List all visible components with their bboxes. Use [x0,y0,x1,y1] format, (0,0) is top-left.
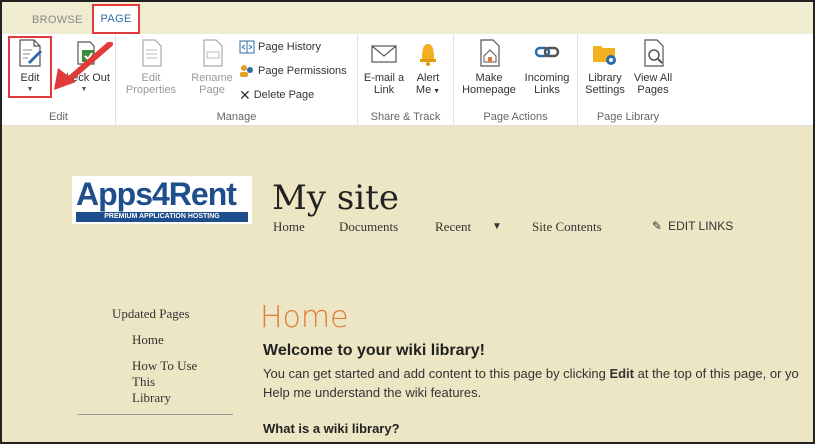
library-settings-icon [593,46,616,65]
page-actions-label: Page Actions [483,111,548,123]
edit-properties-button[interactable]: Edit Properties [122,38,180,96]
share-track-label: Share & Track [370,111,441,123]
library-settings-label-2: Settings [585,84,625,96]
rename-page-icon [203,39,223,67]
page-history-icon [239,40,255,54]
pencil-icon: ✎ [652,219,663,233]
edit-properties-icon [142,39,162,67]
make-homepage-label-1: Make [475,72,503,84]
delete-page-button[interactable]: ✕ Delete Page [239,86,314,104]
rename-page-button[interactable]: Rename Page [188,38,236,96]
page-permissions-icon [240,65,253,78]
edit-button[interactable]: Edit ▼ [12,38,48,96]
left-nav-item-how-to-use-1[interactable]: How To Use [132,358,197,374]
view-all-pages-button[interactable]: View All Pages [630,38,676,96]
tab-browse[interactable]: BROWSE [32,14,83,26]
site-title[interactable]: My site [272,178,399,218]
email-label-2: Link [373,84,395,96]
edit-button-label: Edit [20,72,40,84]
nav-recent[interactable]: Recent [435,219,471,235]
body-line-2[interactable]: Help me understand the wiki features. [263,383,813,402]
email-link-button[interactable]: E-mail a Link [362,38,406,96]
body-line-1: You can get started and add content to t… [263,366,799,381]
delete-x-icon: ✕ [239,87,251,104]
edit-group-label: Edit [49,111,68,123]
left-nav-item-home[interactable]: Home [132,332,164,348]
link-icon [534,46,560,58]
page-library-label: Page Library [596,111,660,123]
library-settings-button[interactable]: Library Settings [582,38,628,96]
make-homepage-label-2: Homepage [462,84,516,96]
page-permissions-button[interactable]: Page Permissions [239,62,347,80]
edit-properties-label-1: Edit [141,72,161,84]
red-arrow-icon [54,42,113,90]
left-nav-item-how-to-use-3[interactable]: Library [132,390,171,406]
homepage-icon [480,39,500,67]
page-title: Home [260,300,349,335]
nav-site-contents[interactable]: Site Contents [532,219,602,235]
make-homepage-button[interactable]: Make Homepage [458,38,520,96]
view-all-pages-icon [644,39,664,67]
rename-page-label-1: Rename [191,72,233,84]
alert-me-button[interactable]: Alert Me ▼ [408,38,448,98]
edit-links-label: EDIT LINKS [668,219,734,233]
share-track-group: E-mail a Link Alert Me ▼ Share & Track [358,34,454,126]
ribbon-tabs: BROWSE PAGE [2,2,813,34]
page-permissions-label: Page Permissions [258,65,347,77]
envelope-icon [371,45,397,63]
delete-page-label: Delete Page [253,89,315,101]
body-text: You can get started and add content to t… [263,364,813,402]
site-logo[interactable]: Apps4Rent PREMIUM APPLICATION HOSTING [72,176,252,224]
incoming-links-label-2: Links [534,84,560,96]
page-library-group: Library Settings View All Pages Page Lib… [578,34,678,126]
ribbon: Edit ▼ Check Out ▼ Edit Edit Properties [2,34,813,126]
left-nav-item-how-to-use-2[interactable]: This [132,374,155,390]
rename-page-label-2: Page [199,84,225,96]
manage-group: Edit Properties Rename Page Page History [116,34,358,126]
edit-page-icon [19,39,42,67]
logo-subtitle: PREMIUM APPLICATION HOSTING [76,212,248,222]
logo-text: Apps4Rent [76,176,237,212]
incoming-links-button[interactable]: Incoming Links [520,38,574,96]
recent-dropdown-icon[interactable]: ▼ [492,221,502,232]
alert-label-2: Me ▼ [415,84,441,96]
bell-icon [420,44,436,66]
chevron-down-icon: ▼ [26,86,34,93]
left-nav-divider [78,414,233,415]
nav-documents[interactable]: Documents [339,219,398,235]
edit-properties-label-2: Properties [125,84,177,96]
view-all-pages-label-1: View All [633,72,673,84]
what-is-heading: What is a wiki library? [263,421,400,436]
view-all-pages-label-2: Pages [637,84,669,96]
page-history-button[interactable]: Page History [239,38,321,56]
updated-pages-heading: Updated Pages [112,306,190,321]
incoming-links-label-1: Incoming [524,72,570,84]
page-history-label: Page History [258,41,321,53]
tab-page[interactable]: PAGE [92,4,140,34]
edit-links-button[interactable]: ✎ EDIT LINKS [652,219,733,233]
library-settings-label-1: Library [588,72,622,84]
manage-group-label: Manage [216,111,257,123]
nav-home[interactable]: Home [273,219,305,235]
page-actions-group: Make Homepage Incoming Links Page Action… [454,34,578,126]
email-label-1: E-mail a [363,72,405,84]
welcome-heading: Welcome to your wiki library! [263,342,485,359]
alert-label-1: Alert [416,72,440,84]
